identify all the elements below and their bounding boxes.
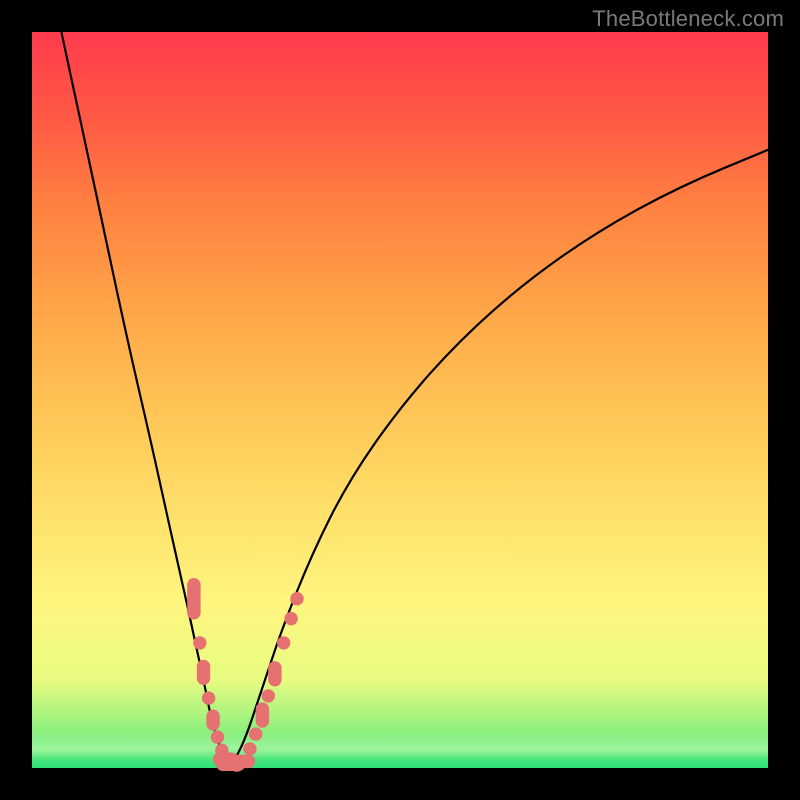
marker-pill [197,660,209,684]
marker-pill [207,710,219,730]
curve-right-branch [229,150,768,768]
marker-dot [244,743,256,755]
chart-overlay [32,32,768,768]
marker-pill [256,703,268,727]
curve-left-branch [61,32,229,768]
marker-dot [278,637,290,649]
chart-frame: TheBottleneck.com [0,0,800,800]
marker-pill [188,579,200,620]
marker-pill [230,755,254,767]
data-markers [188,579,303,772]
marker-dot [202,692,214,704]
marker-dot [291,593,303,605]
marker-dot [211,731,223,743]
marker-dot [262,690,274,702]
marker-dot [194,637,206,649]
marker-dot [285,612,297,624]
marker-dot [250,728,262,740]
marker-pill [269,662,281,686]
watermark-text: TheBottleneck.com [592,6,784,32]
